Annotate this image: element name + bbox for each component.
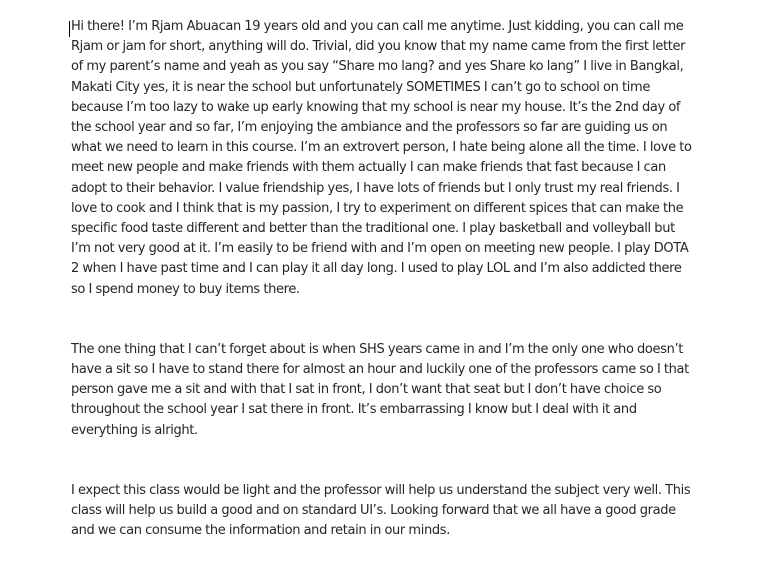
paragraph-memory: The one thing that I can’t forget about …: [71, 341, 689, 438]
document-body[interactable]: Hi there! I’m Rjam Abuacan 19 years old …: [71, 17, 697, 541]
paragraph-introduction: Hi there! I’m Rjam Abuacan 19 years old …: [71, 19, 692, 297]
text-cursor: [69, 21, 70, 37]
paragraph-expectations: I expect this class would be light and t…: [71, 482, 691, 539]
